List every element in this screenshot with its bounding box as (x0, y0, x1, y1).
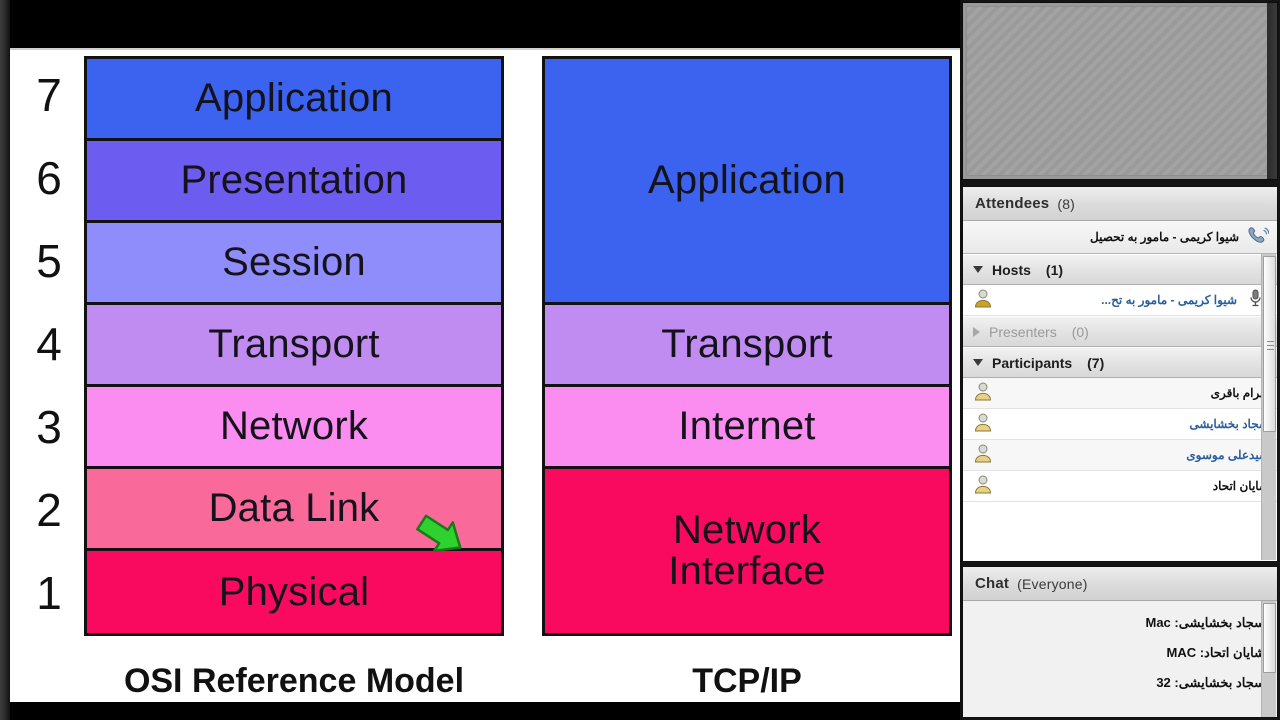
chat-scope-label: (Everyone) (1017, 575, 1088, 592)
osi-caption: OSI Reference Model (123, 662, 465, 700)
osi-layer: Application (87, 59, 501, 141)
attendees-title-label: Attendees (975, 195, 1050, 212)
chat-pod[interactable]: Chat (Everyone) سجاد بخشایشی: Mac شایان ا… (962, 566, 1278, 718)
attendees-scrollbar[interactable] (1261, 254, 1276, 560)
participant-avatar-icon (973, 381, 993, 406)
tcpip-layer: Internet (545, 387, 949, 469)
attendee-row[interactable]: سیدعلی موسوی (963, 440, 1277, 471)
attendee-row[interactable]: سجاد بخشایشی (963, 409, 1277, 440)
chevron-right-icon[interactable] (973, 326, 980, 337)
chat-title-label: Chat (975, 575, 1010, 592)
diagram-captions: OSI Reference Model TCP/IP (10, 662, 960, 720)
tcpip-layer-stack: Application Transport Internet Network Inter… (542, 56, 952, 636)
tcpip-layer: Network Interface (545, 469, 949, 633)
chat-message: سجاد بخشایشی: Mac (1145, 615, 1265, 630)
layer-number: 2 (36, 483, 62, 536)
chat-scroll-thumb[interactable] (1263, 603, 1276, 673)
attendees-count: (8) (1057, 195, 1076, 212)
attendee-name: سجاد بخشایشی (1189, 417, 1269, 431)
osi-layer: Session (87, 223, 501, 305)
chat-message: شایان اتحاد: MAC (1166, 645, 1265, 660)
osi-tcpip-diagram: 7654321 Application Presentation Session Tr… (10, 50, 960, 660)
attendee-group-count: (1) (1045, 261, 1064, 278)
layer-number: 5 (36, 235, 62, 288)
attendee-group-label: Presenters (989, 323, 1057, 340)
attendee-row[interactable]: شیوا کریمی - مامور به تح... (963, 285, 1277, 316)
diagonal-hatch-empty-video-icon (966, 6, 1274, 176)
chevron-down-icon[interactable] (973, 266, 983, 273)
osi-layer: Transport (87, 305, 501, 387)
attendee-group-header[interactable]: Hosts (1) (963, 254, 1277, 285)
attendees-pod-title: Attendees (8) (963, 187, 1277, 221)
attendee-row[interactable]: بهرام باقری (963, 378, 1277, 409)
tcpip-layer: Application (545, 59, 949, 305)
audio-caller-row[interactable]: شیوا کریمی - مامور به تحصیل (963, 221, 1277, 254)
attendee-name: سیدعلی موسوی (1186, 448, 1269, 462)
video-pod-edge (1267, 3, 1277, 179)
attendee-name: شایان اتحاد (1212, 479, 1269, 493)
attendee-name: بهرام باقری (1210, 386, 1269, 400)
layer-number: 7 (36, 69, 62, 122)
host-avatar-icon (973, 288, 993, 313)
participant-avatar-icon (973, 474, 993, 499)
chat-scrollbar[interactable] (1261, 601, 1276, 717)
attendee-row[interactable]: شایان اتحاد (963, 471, 1277, 502)
screen-share-stage[interactable]: 7654321 Application Presentation Session Tr… (0, 0, 960, 720)
meeting-side-panel: Attendees (8) شیوا کریمی - مامور به تحصی… (960, 0, 1280, 720)
slide-canvas: 7654321 Application Presentation Session Tr… (10, 48, 960, 702)
chat-pod-title: Chat (Everyone) (963, 567, 1277, 601)
layer-number: 1 (36, 566, 62, 619)
attendee-group-count: (0) (1071, 323, 1089, 340)
attendees-scroll-thumb[interactable] (1263, 256, 1276, 432)
attendees-pod[interactable]: Attendees (8) شیوا کریمی - مامور به تحصی… (962, 186, 1278, 562)
osi-layer: Presentation (87, 141, 501, 223)
letterbox-top (10, 0, 960, 48)
tcpip-caption: TCP/IP (692, 662, 802, 700)
osi-layer: Network (87, 387, 501, 469)
tcpip-layer-line1: Network (672, 508, 822, 553)
participant-avatar-icon (973, 443, 993, 468)
layer-number: 4 (36, 318, 62, 370)
layer-number-column: 7 6 5 4 3 2 1 (14, 56, 84, 636)
chat-message-list[interactable]: سجاد بخشایشی: Mac شایان اتحاد: MAC سجاد بخ… (963, 601, 1277, 717)
attendee-group-label: Hosts (992, 261, 1031, 278)
attendee-group-header[interactable]: Participants (7) (963, 347, 1277, 378)
tcpip-layer: Transport (545, 305, 949, 387)
layer-number: 6 (36, 152, 62, 205)
audio-caller-name: شیوا کریمی - مامور به تحصیل (1090, 230, 1239, 244)
osi-layer: Physical (87, 551, 501, 633)
attendee-name: شیوا کریمی - مامور به تح... (1101, 293, 1237, 307)
chat-message: سجاد بخشایشی: 32 (1156, 675, 1265, 690)
app-root: 7654321 Application Presentation Session Tr… (0, 0, 1280, 720)
attendee-group-header[interactable]: Presenters (0) (963, 316, 1277, 347)
layer-number: 3 (36, 400, 62, 453)
attendee-group-label: Participants (992, 354, 1073, 371)
stage-left-edge (0, 0, 10, 720)
chevron-down-icon[interactable] (973, 359, 983, 366)
attendee-group-count: (7) (1087, 354, 1105, 371)
participant-avatar-icon (973, 412, 993, 437)
phone-icon (1247, 226, 1270, 249)
video-pod[interactable] (962, 2, 1278, 180)
attendees-tree[interactable]: Hosts (1) شیوا کریمی - مامور به تح... Prese… (963, 254, 1277, 560)
green-arrow-pointer-icon (414, 512, 468, 558)
tcpip-layer-line2: Interface (668, 549, 826, 593)
